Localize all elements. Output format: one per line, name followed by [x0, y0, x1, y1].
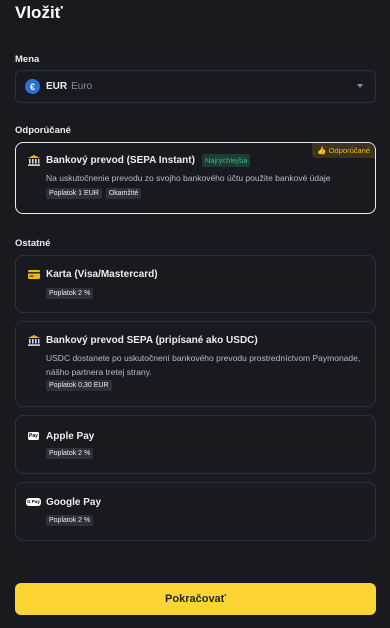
currency-code: EUR [46, 81, 68, 92]
payment-option-apple-pay[interactable]: Pay Apple Pay Poplatok 2 % [15, 415, 376, 474]
currency-name: Euro [71, 81, 93, 92]
fee-pill: Poplatok 0,30 EUR [46, 380, 112, 391]
payment-option-title: Google Pay [46, 496, 102, 508]
payment-option-sepa-usdc[interactable]: Bankový prevod SEPA (pripísané ako USDC)… [15, 321, 376, 407]
google-pay-icon: G Pay [25, 498, 42, 506]
recommended-badge: 👍 Odporúčané [312, 143, 375, 158]
payment-option-title: Bankový prevod SEPA (pripísané ako USDC) [46, 334, 258, 346]
payment-option-google-pay[interactable]: G Pay Google Pay Poplatok 2 % [15, 482, 376, 541]
fee-pill: Poplatok 2 % [46, 288, 94, 299]
payment-option-description: Na uskutočnenie prevodu zo svojho bankov… [46, 173, 331, 183]
other-section-label: Ostatné [15, 238, 51, 249]
bank-icon [27, 334, 40, 346]
page-title: Vložiť [15, 3, 63, 22]
chevron-down-icon [357, 84, 363, 88]
currency-section-label: Mena [15, 54, 40, 65]
apple-pay-icon: Pay [27, 432, 40, 440]
fee-pill: Poplatok 2 % [46, 515, 94, 526]
recommended-section-label: Odporúčané [15, 125, 71, 136]
payment-option-description: USDC dostanete po uskutočnení bankového … [46, 353, 361, 377]
payment-option-card[interactable]: Karta (Visa/Mastercard) Poplatok 2 % [15, 255, 376, 313]
fastest-tag: Najrýchlejšia [201, 154, 251, 167]
euro-icon: € [25, 79, 40, 94]
fee-pill: Poplatok 2 % [46, 448, 94, 459]
card-icon [27, 268, 40, 280]
payment-option-title: Bankový prevod (SEPA Instant) [46, 155, 195, 166]
payment-option-title: Apple Pay [46, 430, 95, 442]
bank-icon [27, 155, 40, 167]
fee-pill: Poplatok 1 EUR [46, 188, 102, 199]
payment-option-title: Karta (Visa/Mastercard) [46, 268, 158, 280]
speed-pill: Okamžité [105, 188, 142, 199]
currency-select[interactable]: € EUR Euro [15, 70, 376, 103]
continue-button[interactable]: Pokračovať [15, 583, 376, 615]
payment-option-sepa-instant[interactable]: 👍 Odporúčané Bankový prevod (SEPA Instan… [15, 142, 376, 214]
